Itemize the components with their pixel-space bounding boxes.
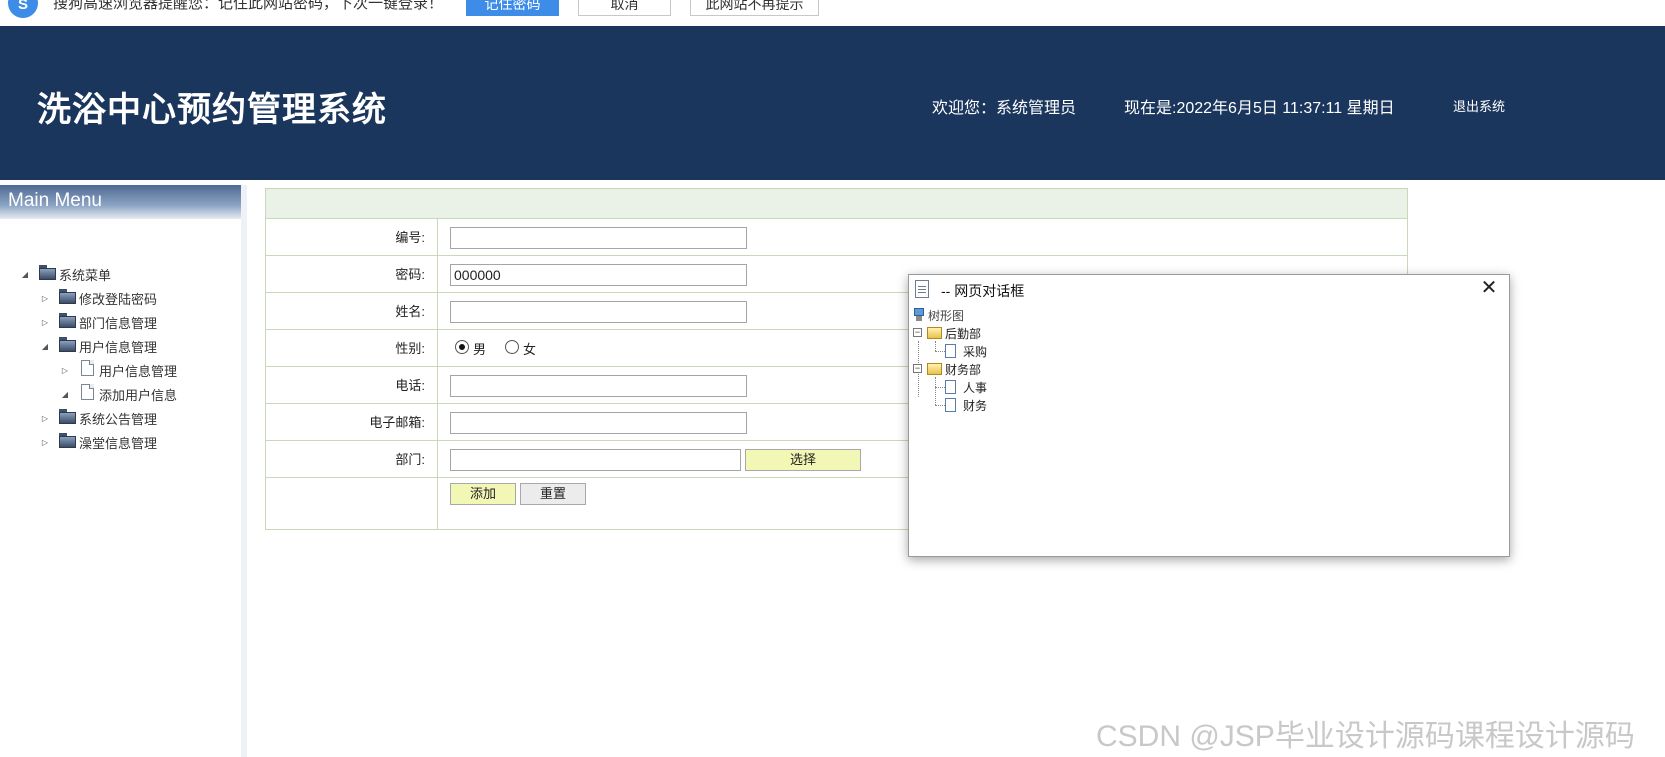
watermark: CSDN @JSP毕业设计源码课程设计源码 <box>1096 720 1635 753</box>
tree-leaf-label: 采购 <box>963 345 988 359</box>
cancel-button[interactable]: 取消 <box>578 0 671 16</box>
sidebar-item-label: 添加用户信息 <box>99 388 178 403</box>
gender-male-label: 男 <box>473 342 487 357</box>
id-input[interactable] <box>450 227 747 249</box>
sidebar-item-label: 部门信息管理 <box>79 316 158 331</box>
close-icon[interactable]: ✕ <box>1479 278 1499 298</box>
form-header <box>265 188 1408 219</box>
tree-group-label: 财务部 <box>945 363 982 377</box>
tree-leaf-label: 人事 <box>963 381 988 395</box>
datetime-text: 现在是:2022年6月5日 11:37:11 星期日 <box>1124 100 1395 117</box>
collapse-icon[interactable]: − <box>913 328 922 337</box>
folder-icon <box>59 289 76 304</box>
id-label: 编号: <box>266 219 438 255</box>
reset-button[interactable]: 重置 <box>520 483 586 505</box>
tree-root-label: 树形图 <box>928 309 965 323</box>
document-icon <box>945 398 956 412</box>
name-input[interactable] <box>450 301 747 323</box>
password-input[interactable]: 000000 <box>450 264 747 286</box>
folder-open-icon <box>927 327 942 339</box>
collapsed-arrow-icon[interactable]: ▷ <box>40 433 50 453</box>
folder-icon <box>59 433 76 448</box>
tree-line <box>935 341 936 351</box>
expanded-arrow-icon[interactable]: ◢ <box>60 385 70 405</box>
sidebar-item-label: 用户信息管理 <box>79 340 158 355</box>
folder-icon <box>59 313 76 328</box>
tree-group-label: 后勤部 <box>945 327 982 341</box>
document-icon <box>81 384 94 400</box>
web-dialog: -- 网页对话框 ✕ 树形图 − 后勤部 采购 − 财务部 人事 财务 <box>908 274 1510 557</box>
folder-icon <box>39 265 56 280</box>
add-button[interactable]: 添加 <box>450 483 516 505</box>
collapsed-arrow-icon[interactable]: ▷ <box>40 289 50 309</box>
expanded-arrow-icon[interactable]: ◢ <box>40 337 50 357</box>
sidebar-item-label: 澡堂信息管理 <box>79 436 158 451</box>
email-label: 电子邮箱: <box>266 404 438 440</box>
sidebar-item-label: 系统公告管理 <box>79 412 158 427</box>
never-prompt-button[interactable]: 此网站不再提示 <box>690 0 819 16</box>
collapse-icon[interactable]: − <box>913 364 922 373</box>
welcome-text: 欢迎您：系统管理员 <box>932 100 1077 117</box>
remember-password-button[interactable]: 记住密码 <box>466 0 559 16</box>
app-header: 洗浴中心预约管理系统 欢迎您：系统管理员 现在是:2022年6月5日 11:37… <box>0 26 1665 180</box>
tree-root-label: 系统菜单 <box>59 268 112 283</box>
tree-line <box>935 351 945 352</box>
sogou-logo-icon: S <box>8 0 38 18</box>
sidebar-item-label: 修改登陆密码 <box>79 292 158 307</box>
app-title: 洗浴中心预约管理系统 <box>37 91 387 129</box>
actions-label-cell <box>266 478 438 529</box>
tree-leaf-label: 财务 <box>963 399 988 413</box>
folder-icon <box>59 409 76 424</box>
folder-open-icon <box>927 363 942 375</box>
gender-label: 性别: <box>266 330 438 366</box>
tree-line <box>935 387 945 388</box>
sidebar-title: Main Menu <box>0 185 241 219</box>
collapsed-arrow-icon[interactable]: ▷ <box>40 313 50 333</box>
document-icon <box>945 380 956 394</box>
browser-password-prompt: S 搜狗高速浏览器提醒您：记住此网站密码，下次一键登录！ 记住密码 取消 此网站… <box>0 0 1665 26</box>
gender-male-radio[interactable] <box>455 340 469 354</box>
tree-line <box>935 405 945 406</box>
tree-line <box>935 377 936 405</box>
document-icon <box>945 344 956 358</box>
department-label: 部门: <box>266 441 438 477</box>
sidebar-item-label: 用户信息管理 <box>99 364 178 379</box>
form-row-id: 编号: <box>265 219 1408 256</box>
department-input[interactable] <box>450 449 741 471</box>
email-input[interactable] <box>450 412 747 434</box>
folder-icon <box>59 337 76 352</box>
select-department-button[interactable]: 选择 <box>745 449 861 471</box>
dialog-title: -- 网页对话框 <box>941 283 1025 299</box>
phone-label: 电话: <box>266 367 438 403</box>
gender-female-radio[interactable] <box>505 340 519 354</box>
sidebar: Main Menu ◢ 系统菜单 ▷ 修改登陆密码 ▷ 部门信息管理 ◢ 用户信… <box>0 185 247 757</box>
collapsed-arrow-icon[interactable]: ▷ <box>60 361 70 381</box>
document-icon <box>81 360 94 376</box>
computer-icon <box>913 308 925 322</box>
expanded-arrow-icon[interactable]: ◢ <box>20 265 30 285</box>
page-icon <box>915 280 929 298</box>
collapsed-arrow-icon[interactable]: ▷ <box>40 409 50 429</box>
logout-link[interactable]: 退出系统 <box>1453 96 1505 115</box>
gender-female-label: 女 <box>523 342 537 357</box>
name-label: 姓名: <box>266 293 438 329</box>
password-label: 密码: <box>266 256 438 292</box>
phone-input[interactable] <box>450 375 747 397</box>
prompt-message: 搜狗高速浏览器提醒您：记住此网站密码，下次一键登录！ <box>53 0 444 12</box>
